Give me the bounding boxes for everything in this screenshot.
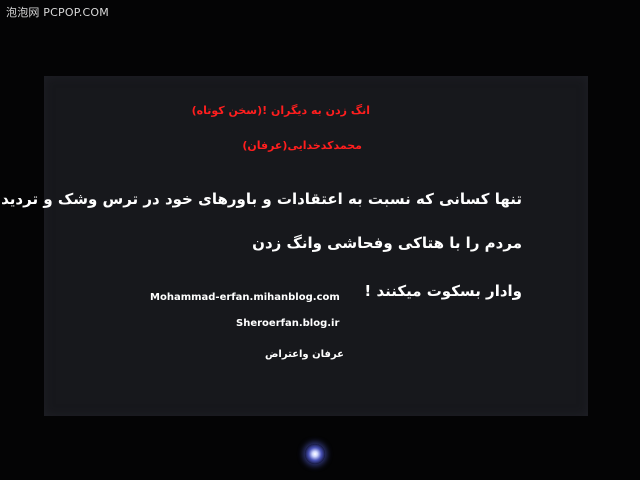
- red-title-line: انگ زدن به دیگران !(سخن کوتاه): [191, 104, 370, 117]
- signature-text: عرفان واعتراض: [264, 349, 344, 360]
- blog-url-2: Sheroerfan.blog.ir: [236, 318, 340, 329]
- red-author-line: محمدکدخدایی(عرفان): [242, 139, 362, 152]
- power-led-icon: [305, 444, 325, 464]
- main-text-line-3: وادار بسکوت میکنند !: [364, 282, 522, 300]
- monitor-photo: 泡泡网 PCPOP.COM انگ زدن به دیگران !(سخن کو…: [0, 0, 640, 480]
- blog-url-1: Mohammad-erfan.mihanblog.com: [150, 292, 340, 303]
- watermark-text: 泡泡网 PCPOP.COM: [6, 6, 109, 19]
- monitor-screen: انگ زدن به دیگران !(سخن کوتاه) محمدکدخدا…: [0, 76, 588, 416]
- main-text-line-1: تنها کسانی که نسبت به اعتقادات و باورهای…: [0, 190, 522, 208]
- main-text-line-2: مردم را با هتاکی وفحاشی وانگ زدن: [252, 234, 522, 252]
